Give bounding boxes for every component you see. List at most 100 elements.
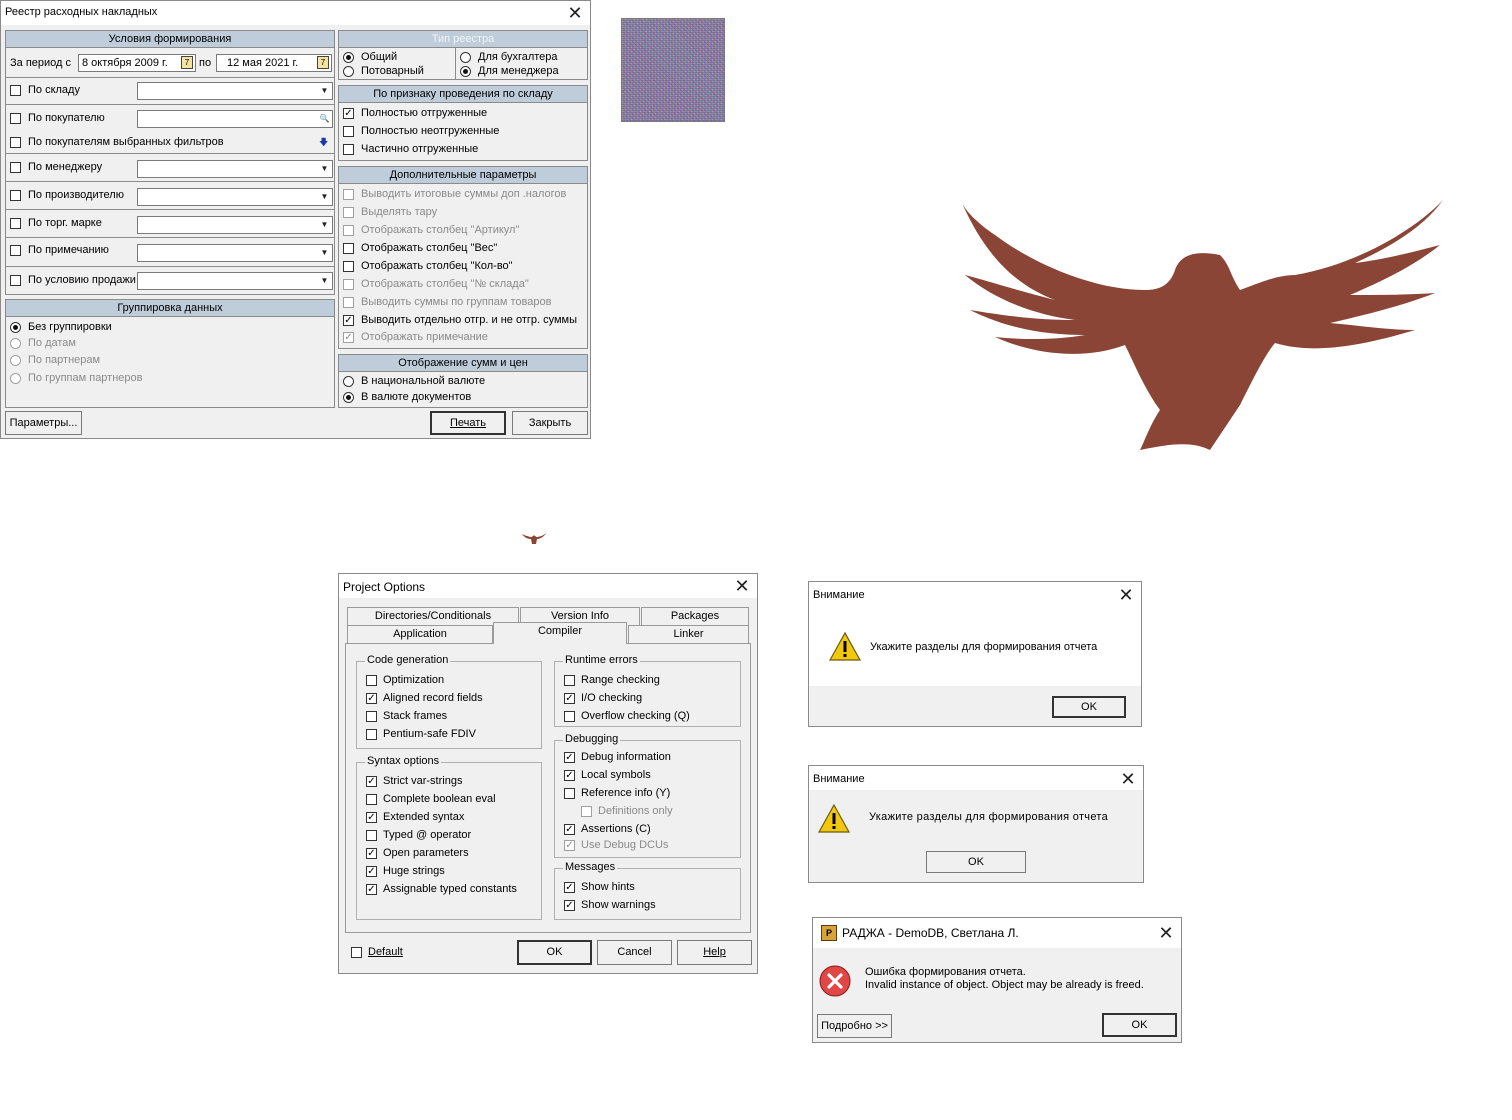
checkbox[interactable] (564, 788, 575, 799)
sale-condition-select[interactable]: ▼ (137, 272, 333, 290)
checkbox[interactable]: ✓ (366, 884, 377, 895)
chevron-down-icon[interactable]: ▼ (317, 189, 332, 205)
project-options-window: Project Options ✕ Directories/Conditiona… (338, 573, 758, 974)
checkbox[interactable]: ✓ (366, 693, 377, 704)
checkbox[interactable]: ✓ (343, 108, 354, 119)
checkbox[interactable]: ✓ (564, 882, 575, 893)
calendar-icon[interactable]: 7 (181, 56, 193, 69)
checkbox[interactable] (366, 711, 377, 722)
checkbox[interactable] (343, 279, 354, 290)
details-button[interactable]: Подробно >> (817, 1014, 892, 1038)
tab-application[interactable]: Application (347, 625, 493, 643)
checkbox[interactable] (564, 675, 575, 686)
help-button[interactable]: Help (677, 940, 752, 965)
option-label: Без группировки (28, 321, 112, 333)
group-header: Группировка данных (6, 300, 334, 317)
ok-button[interactable]: OK (1102, 1013, 1177, 1037)
chevron-down-icon[interactable]: ▼ (317, 83, 332, 99)
checkbox[interactable] (343, 126, 354, 137)
tab-packages[interactable]: Packages (641, 607, 749, 625)
checkbox[interactable] (343, 243, 354, 254)
checkbox[interactable] (10, 162, 21, 173)
checkbox[interactable] (581, 806, 592, 817)
checkbox[interactable] (10, 218, 21, 229)
checkbox[interactable] (351, 947, 362, 958)
search-icon[interactable]: 🔍 (317, 111, 332, 127)
params-button[interactable]: Параметры... (5, 411, 82, 435)
checkbox[interactable] (343, 207, 354, 218)
checkbox[interactable] (343, 297, 354, 308)
radio[interactable] (10, 322, 21, 333)
checkbox[interactable] (366, 675, 377, 686)
checkbox[interactable] (10, 275, 21, 286)
radio[interactable] (343, 66, 354, 77)
checkbox[interactable] (10, 245, 21, 256)
bird-image (962, 200, 1443, 450)
checkbox[interactable] (10, 190, 21, 201)
tab-compiler[interactable]: Compiler (493, 622, 627, 644)
checkbox[interactable] (343, 261, 354, 272)
arrow-down-icon[interactable]: 🡇 (319, 135, 328, 151)
option-label: Потоварный (361, 65, 424, 77)
checkbox[interactable] (343, 144, 354, 155)
close-button[interactable]: Закрыть (512, 411, 588, 435)
close-icon[interactable]: ✕ (1151, 921, 1181, 945)
checkbox[interactable]: ✓ (366, 812, 377, 823)
checkbox[interactable]: ✓ (366, 866, 377, 877)
option-label: Aligned record fields (383, 692, 483, 704)
close-icon[interactable]: ✕ (560, 1, 590, 25)
checkbox[interactable] (343, 225, 354, 236)
cancel-button[interactable]: Cancel (597, 940, 672, 965)
checkbox[interactable] (564, 711, 575, 722)
checkbox[interactable] (10, 137, 21, 148)
checkbox[interactable]: ✓ (343, 332, 354, 343)
buyer-field[interactable]: 🔍 (137, 110, 333, 128)
close-icon[interactable]: ✕ (727, 574, 757, 598)
manager-select[interactable]: ▼ (137, 160, 333, 178)
calendar-icon[interactable]: 7 (317, 56, 329, 69)
ok-button[interactable]: OK (1052, 696, 1126, 718)
producer-select[interactable]: ▼ (137, 188, 333, 206)
chevron-down-icon[interactable]: ▼ (317, 273, 332, 289)
group-legend: Code generation (365, 654, 451, 666)
radio[interactable] (10, 355, 21, 366)
brand-select[interactable]: ▼ (137, 216, 333, 234)
radio[interactable] (460, 52, 471, 63)
radio[interactable] (10, 338, 21, 349)
checkbox[interactable] (366, 794, 377, 805)
close-icon[interactable]: ✕ (1113, 767, 1143, 791)
chevron-down-icon[interactable]: ▼ (317, 245, 332, 261)
warehouse-select[interactable]: ▼ (137, 82, 333, 100)
checkbox[interactable] (343, 189, 354, 200)
checkbox[interactable]: ✓ (343, 315, 354, 326)
checkbox[interactable]: ✓ (564, 900, 575, 911)
note-select[interactable]: ▼ (137, 244, 333, 262)
checkbox[interactable] (366, 729, 377, 740)
radio[interactable] (10, 373, 21, 384)
checkbox[interactable]: ✓ (564, 770, 575, 781)
radio[interactable] (460, 66, 471, 77)
date-from-field[interactable]: 8 октября 2009 г. 7 (78, 54, 196, 72)
ok-button[interactable]: OK (926, 851, 1026, 873)
checkbox[interactable]: ✓ (564, 824, 575, 835)
checkbox[interactable]: ✓ (366, 776, 377, 787)
chevron-down-icon[interactable]: ▼ (317, 161, 332, 177)
print-button[interactable]: Печать (430, 411, 506, 435)
chevron-down-icon[interactable]: ▼ (317, 217, 332, 233)
checkbox[interactable] (10, 85, 21, 96)
checkbox[interactable]: ✓ (564, 752, 575, 763)
tab-linker[interactable]: Linker (628, 625, 749, 643)
radio[interactable] (343, 376, 354, 387)
option-label: Отображать столбец "Артикул" (361, 224, 520, 236)
option-label: I/O checking (581, 692, 643, 704)
checkbox[interactable] (366, 830, 377, 841)
close-icon[interactable]: ✕ (1111, 583, 1141, 607)
radio[interactable] (343, 392, 354, 403)
checkbox[interactable]: ✓ (564, 693, 575, 704)
date-to-field[interactable]: 12 мая 2021 г. 7 (216, 54, 332, 72)
checkbox[interactable] (10, 113, 21, 124)
checkbox[interactable]: ✓ (366, 848, 377, 859)
radio[interactable] (343, 52, 354, 63)
ok-button[interactable]: OK (517, 940, 592, 965)
checkbox[interactable]: ✓ (564, 840, 575, 851)
